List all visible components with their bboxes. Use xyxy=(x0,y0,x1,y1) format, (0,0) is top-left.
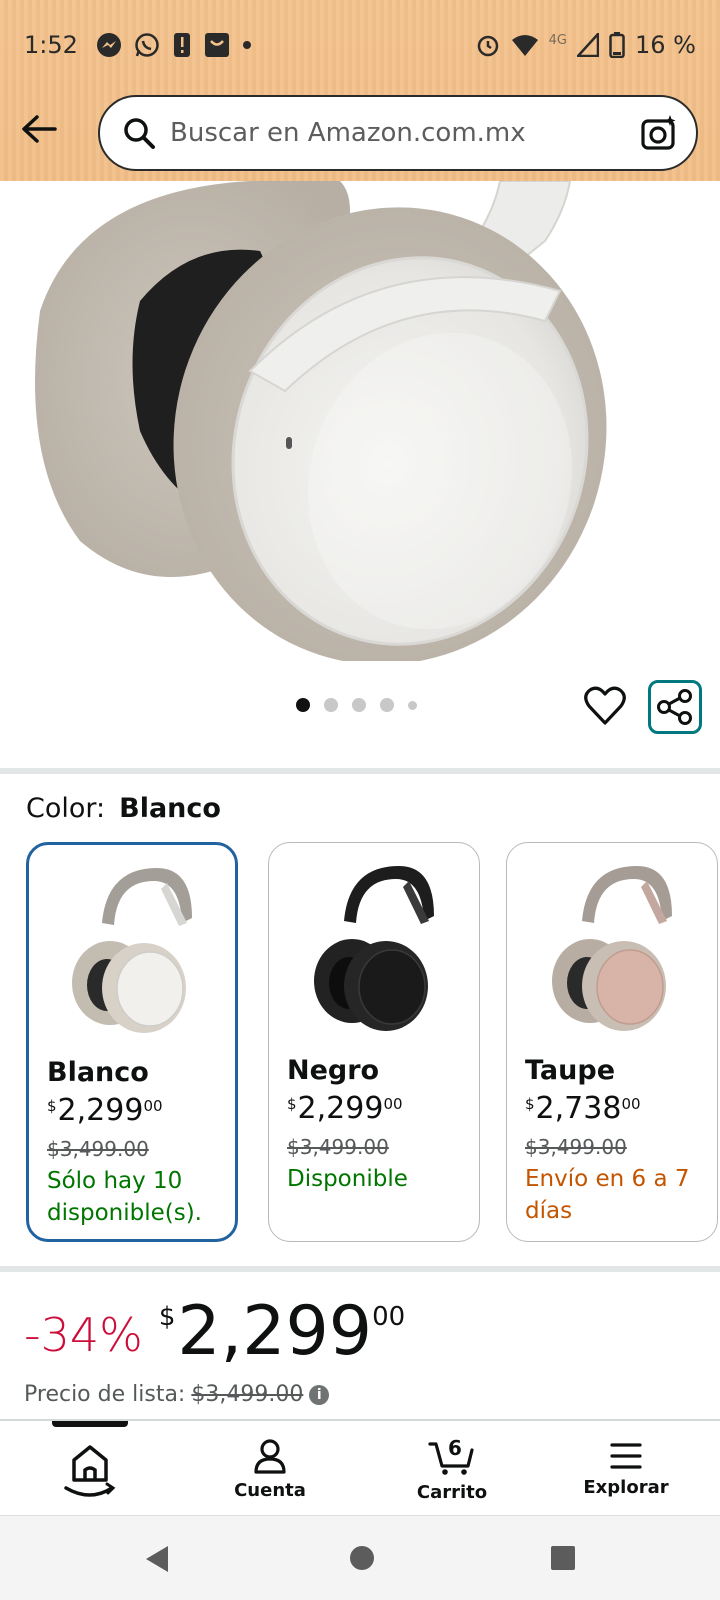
variant-availability: Disponible xyxy=(287,1166,408,1192)
variant-name: Negro xyxy=(287,1055,380,1086)
nav-label: Explorar xyxy=(583,1476,669,1498)
system-home-button[interactable] xyxy=(348,1544,376,1577)
color-label: Color: xyxy=(26,793,106,824)
shopping-bag-icon xyxy=(204,32,230,58)
circle-home-icon xyxy=(350,1546,374,1570)
list-price-row: Precio de lista: $3,499.00 i xyxy=(24,1382,330,1407)
variant-price: $2,738 00 xyxy=(525,1091,641,1126)
share-button[interactable] xyxy=(648,680,702,734)
whatsapp-icon xyxy=(134,32,160,58)
cart-icon: 6 xyxy=(428,1436,474,1475)
white-headphones-icon xyxy=(72,868,192,1033)
variant-name: Taupe xyxy=(525,1055,616,1086)
image-carousel-dots[interactable] xyxy=(296,698,417,712)
system-navigation-bar xyxy=(0,1515,720,1600)
variant-card-blanco[interactable]: Blanco $2,299 00 $3,499.00 Sólo hay 10 di… xyxy=(26,842,238,1242)
taupe-headphones-icon xyxy=(552,866,672,1031)
account-icon xyxy=(254,1438,286,1474)
bottom-navigation: Cuenta 6 Carrito Explorar xyxy=(0,1419,720,1515)
list-price-value: $3,499.00 xyxy=(191,1382,304,1407)
section-divider xyxy=(0,1266,720,1272)
carousel-dot[interactable] xyxy=(296,698,310,712)
carousel-dot[interactable] xyxy=(352,698,366,712)
discount-percent: -34% xyxy=(24,1308,143,1362)
variant-image xyxy=(507,851,717,1041)
variant-name: Blanco xyxy=(47,1057,149,1088)
variant-card-taupe[interactable]: Taupe $2,738 00 $3,499.00 Envío en 6 a 7 … xyxy=(506,842,718,1242)
triangle-back-icon xyxy=(146,1546,168,1572)
back-button[interactable] xyxy=(18,108,60,150)
battery-level: 16 % xyxy=(635,31,696,59)
wifi-icon xyxy=(511,33,539,57)
menu-icon xyxy=(610,1442,642,1469)
nav-cart[interactable]: 6 Carrito xyxy=(382,1421,522,1517)
variant-list-price: $3,499.00 xyxy=(47,1137,149,1161)
nav-explore[interactable]: Explorar xyxy=(556,1421,696,1517)
app-header: 1:52 4G 16 % Buscar en Amazon.com.mx xyxy=(0,0,720,181)
variant-list-price: $3,499.00 xyxy=(525,1135,627,1159)
price-block: -34% $2,299 00 xyxy=(24,1298,405,1366)
alert-icon xyxy=(172,32,192,58)
nav-label: Carrito xyxy=(416,1481,488,1503)
variant-image xyxy=(29,853,235,1043)
carousel-dot[interactable] xyxy=(380,698,394,712)
square-recents-icon xyxy=(551,1546,575,1570)
cart-count-badge: 6 xyxy=(448,1436,462,1460)
color-label-row: Color: Blanco xyxy=(26,793,221,824)
camera-search-icon[interactable] xyxy=(640,114,678,152)
variant-image xyxy=(269,851,479,1041)
headphones-image xyxy=(35,181,607,661)
heart-icon xyxy=(584,686,626,725)
list-price-label: Precio de lista: xyxy=(24,1382,186,1407)
home-icon xyxy=(64,1445,116,1497)
signal-icon xyxy=(577,33,600,57)
messenger-icon xyxy=(96,32,122,58)
black-headphones-icon xyxy=(314,866,434,1031)
nav-home[interactable] xyxy=(20,1421,160,1517)
network-type: 4G xyxy=(548,32,568,48)
product-page: 1:52 4G 16 % Buscar en Amazon.com.mx Col… xyxy=(0,0,720,1600)
wishlist-button[interactable] xyxy=(584,686,626,728)
back-arrow-icon xyxy=(22,115,57,143)
section-divider xyxy=(0,768,720,774)
carousel-dot[interactable] xyxy=(408,700,417,710)
product-image[interactable] xyxy=(0,181,720,661)
status-bar: 1:52 4G 16 % xyxy=(0,0,720,90)
nav-label: Cuenta xyxy=(234,1479,306,1501)
variant-price: $2,299 00 xyxy=(47,1093,163,1128)
carousel-dot[interactable] xyxy=(324,698,338,712)
variant-availability: Envío en 6 a 7 días xyxy=(525,1166,690,1224)
nav-account[interactable]: Cuenta xyxy=(200,1421,340,1517)
status-time: 1:52 xyxy=(24,31,78,59)
alarm-icon xyxy=(475,32,501,58)
search-icon xyxy=(122,116,156,150)
system-back-button[interactable] xyxy=(144,1544,170,1579)
variant-availability: Sólo hay 10 disponible(s). xyxy=(47,1168,202,1226)
battery-icon xyxy=(609,32,625,58)
current-price: $2,299 00 xyxy=(158,1292,406,1371)
search-bar[interactable]: Buscar en Amazon.com.mx xyxy=(98,95,698,171)
selected-color: Blanco xyxy=(119,793,221,824)
share-icon xyxy=(657,689,692,725)
search-input[interactable]: Buscar en Amazon.com.mx xyxy=(170,118,640,148)
system-recents-button[interactable] xyxy=(549,1544,577,1577)
variant-list-price: $3,499.00 xyxy=(287,1135,389,1159)
variant-card-negro[interactable]: Negro $2,299 00 $3,499.00 Disponible xyxy=(268,842,480,1242)
dot-icon xyxy=(242,40,252,50)
variant-price: $2,299 00 xyxy=(287,1091,403,1126)
info-icon[interactable]: i xyxy=(309,1384,330,1405)
